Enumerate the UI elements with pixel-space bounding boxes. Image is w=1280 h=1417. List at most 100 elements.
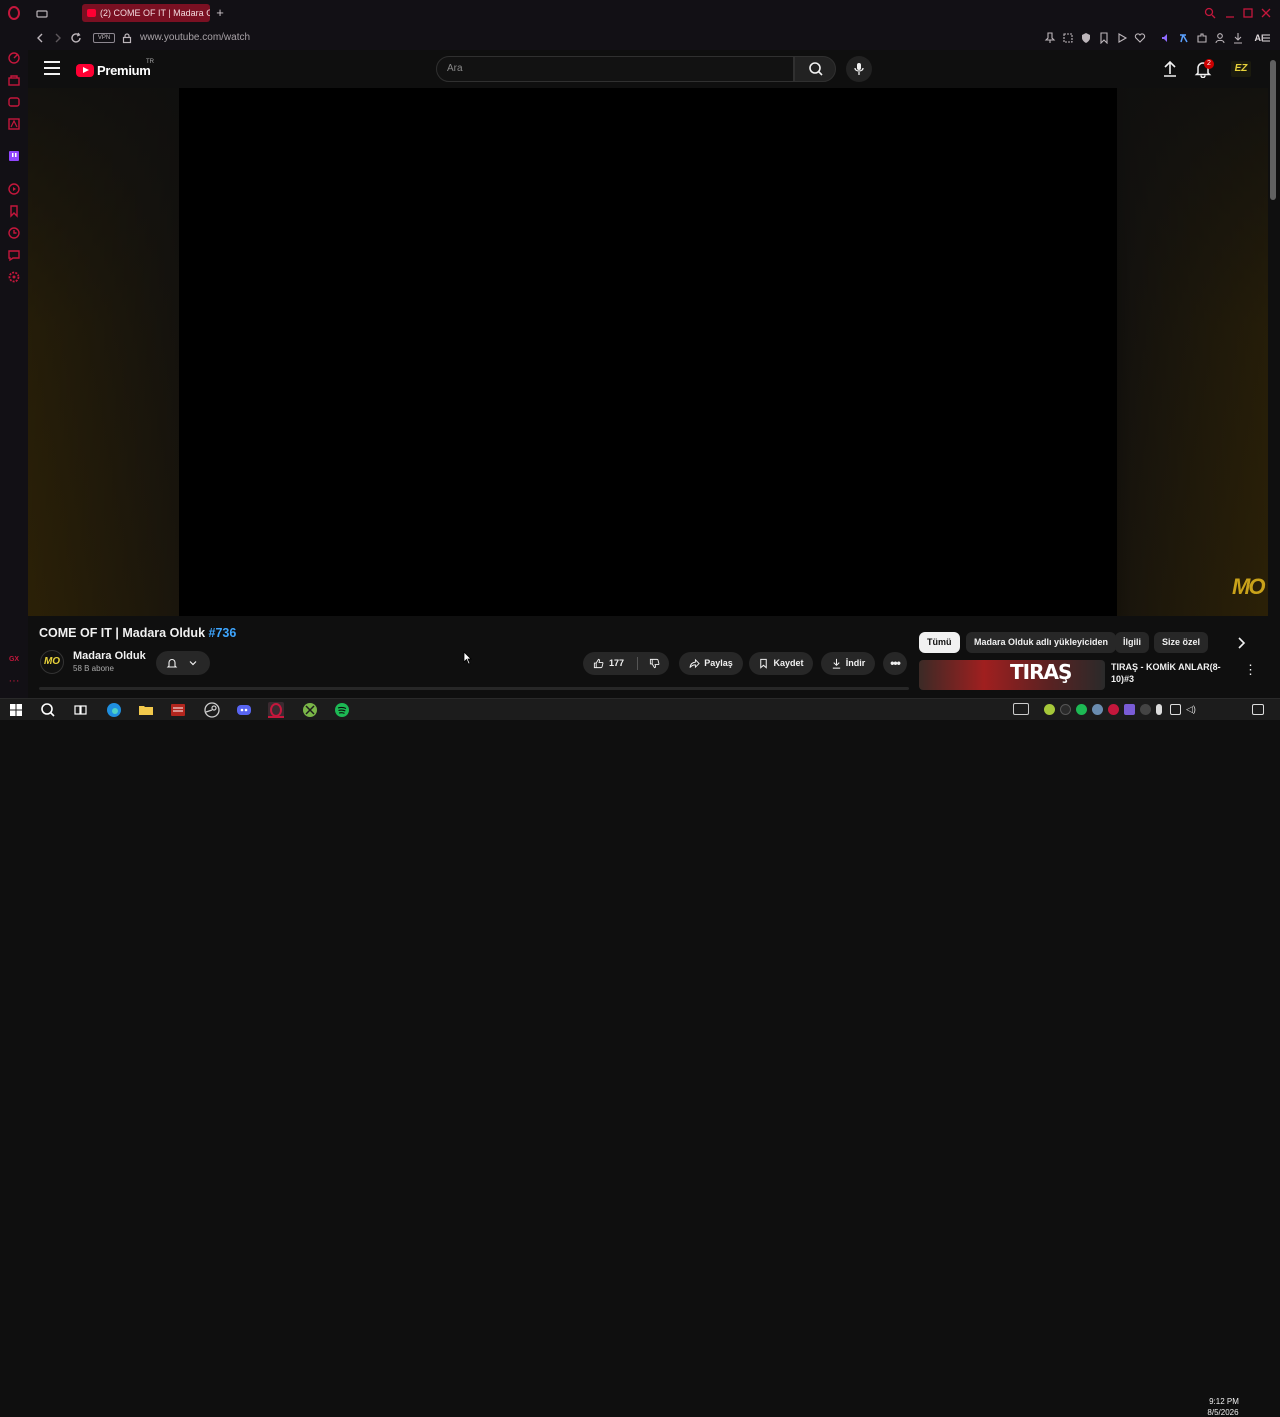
like-button[interactable]: 177	[593, 652, 624, 675]
twitch-icon[interactable]	[7, 149, 21, 163]
save-label: Kaydet	[773, 658, 804, 668]
translate-icon[interactable]	[1178, 32, 1190, 44]
spotify-tray-icon[interactable]	[1076, 704, 1087, 715]
tray-app-icon[interactable]	[1124, 704, 1135, 715]
region-code: TR	[146, 59, 154, 65]
minimize-button[interactable]	[1224, 6, 1236, 18]
more-actions-button[interactable]: •••	[883, 652, 907, 675]
gx-control-icon[interactable]	[7, 51, 21, 65]
search-icon[interactable]	[40, 702, 56, 718]
windows-taskbar: ◁) 9:12 PM 8/5/2026	[0, 698, 1280, 1417]
search-button[interactable]	[794, 56, 836, 82]
tab-youtube[interactable]: (2) COME OF IT | Madara O	[82, 4, 210, 22]
search-input[interactable]: Ara	[436, 56, 794, 82]
settings-icon[interactable]	[7, 270, 21, 284]
upload-icon	[1164, 60, 1176, 77]
pinboard-icon[interactable]	[7, 204, 21, 218]
sidebar-more-icon[interactable]: ···	[7, 674, 21, 688]
steam-tray-icon[interactable]	[1092, 704, 1103, 715]
music-player-icon[interactable]	[1160, 32, 1172, 44]
save-button[interactable]: Kaydet	[749, 652, 813, 675]
channel-avatar[interactable]: MO	[40, 650, 64, 674]
url-text[interactable]: www.youtube.com/watch	[140, 32, 250, 43]
recommended-video-title[interactable]: TIRAŞ - KOMİK ANLAR(8-10)#3	[1111, 661, 1229, 685]
download-icon[interactable]	[1232, 32, 1244, 44]
youtube-logo-icon	[76, 63, 94, 77]
thumbs-up-icon	[593, 658, 604, 669]
close-window-button[interactable]	[1260, 6, 1272, 18]
messenger-icon[interactable]	[7, 95, 21, 109]
download-icon	[832, 658, 840, 669]
tab-title: (2) COME OF IT | Madara O	[100, 8, 210, 18]
bell-icon	[166, 659, 178, 668]
dislike-button[interactable]	[649, 658, 660, 669]
bookmark-icon[interactable]	[1098, 32, 1110, 45]
opera-gx-logo-icon[interactable]	[7, 6, 21, 20]
opera-gx-taskbar-icon[interactable]	[268, 702, 284, 718]
tray-app-icon[interactable]	[1044, 704, 1055, 715]
gx-corner-icon[interactable]	[7, 117, 21, 131]
hamburger-menu-icon[interactable]	[44, 61, 60, 75]
shield-icon[interactable]	[1080, 32, 1092, 44]
extensions-icon[interactable]	[1196, 32, 1208, 44]
gx-store-icon[interactable]	[7, 73, 21, 87]
lock-icon[interactable]	[121, 32, 133, 44]
account-avatar[interactable]: EZ	[1231, 61, 1251, 77]
xbox-icon[interactable]	[302, 702, 318, 718]
clock-date[interactable]: 8/5/2026	[1203, 1408, 1243, 1417]
spotify-icon[interactable]	[334, 702, 350, 718]
discord-icon[interactable]	[236, 702, 252, 718]
snapshot-icon[interactable]	[1062, 32, 1074, 44]
chip-related[interactable]: İlgili	[1115, 632, 1149, 653]
windows-start-icon[interactable]	[8, 702, 24, 718]
task-view-icon[interactable]	[72, 702, 88, 718]
video-hashtag[interactable]: #736	[209, 626, 237, 640]
upload-button[interactable]	[1162, 60, 1178, 78]
network-icon[interactable]	[1170, 704, 1181, 715]
feedback-icon[interactable]	[7, 248, 21, 262]
microphone-tray-icon[interactable]	[1156, 704, 1162, 715]
tab-islands-icon[interactable]	[36, 7, 48, 19]
chip-all[interactable]: Tümü	[919, 632, 960, 653]
vpn-badge[interactable]: VPN	[93, 33, 115, 43]
player-icon[interactable]	[7, 182, 21, 196]
maximize-button[interactable]	[1242, 6, 1254, 18]
edge-icon[interactable]	[106, 702, 122, 718]
opera-tray-icon[interactable]	[1108, 704, 1119, 715]
clock-time[interactable]: 9:12 PM	[1208, 1397, 1240, 1406]
scrollbar-thumb[interactable]	[1270, 60, 1276, 200]
notification-center-icon[interactable]	[1252, 704, 1264, 715]
keyboard-icon[interactable]	[1013, 703, 1029, 715]
thumbnail-text: TIRAŞ	[1010, 660, 1072, 684]
video-player[interactable]	[179, 88, 1117, 616]
youtube-premium-logo[interactable]: Premium	[76, 62, 151, 78]
channel-watermark[interactable]: MO	[1232, 574, 1265, 600]
search-tabs-icon[interactable]	[1204, 6, 1216, 19]
play-icon[interactable]	[1116, 32, 1128, 44]
volume-icon[interactable]: ◁)	[1186, 704, 1197, 715]
reload-icon[interactable]	[70, 32, 82, 44]
file-explorer-icon[interactable]	[138, 702, 154, 718]
chip-scroll-right-button[interactable]	[1233, 635, 1249, 651]
easy-setup-icon[interactable]	[1260, 32, 1272, 44]
more-vertical-icon[interactable]: ⋮	[1244, 662, 1257, 678]
new-tab-button[interactable]: +	[213, 4, 227, 22]
chip-from-uploader[interactable]: Madara Olduk adlı yükleyiciden	[966, 632, 1117, 653]
download-button[interactable]: İndir	[821, 652, 875, 675]
share-button[interactable]: Paylaş	[679, 652, 743, 675]
steam-icon[interactable]	[204, 702, 220, 718]
pin-icon[interactable]	[1044, 32, 1056, 44]
forward-icon[interactable]	[52, 32, 64, 44]
tray-app-icon[interactable]	[1140, 704, 1151, 715]
history-icon[interactable]	[7, 226, 21, 240]
profile-icon[interactable]	[1214, 32, 1226, 44]
tray-app-icon[interactable]	[1060, 704, 1071, 715]
channel-name[interactable]: Madara Olduk	[73, 650, 146, 662]
chip-for-you[interactable]: Size özel	[1154, 632, 1209, 653]
tab-strip: (2) COME OF IT | Madara O +	[28, 0, 1280, 26]
voice-search-button[interactable]	[846, 56, 872, 82]
browser-sidebar: GX ···	[0, 0, 28, 698]
app-icon[interactable]	[170, 702, 186, 718]
back-icon[interactable]	[34, 32, 46, 44]
subscribed-button[interactable]	[156, 651, 210, 675]
